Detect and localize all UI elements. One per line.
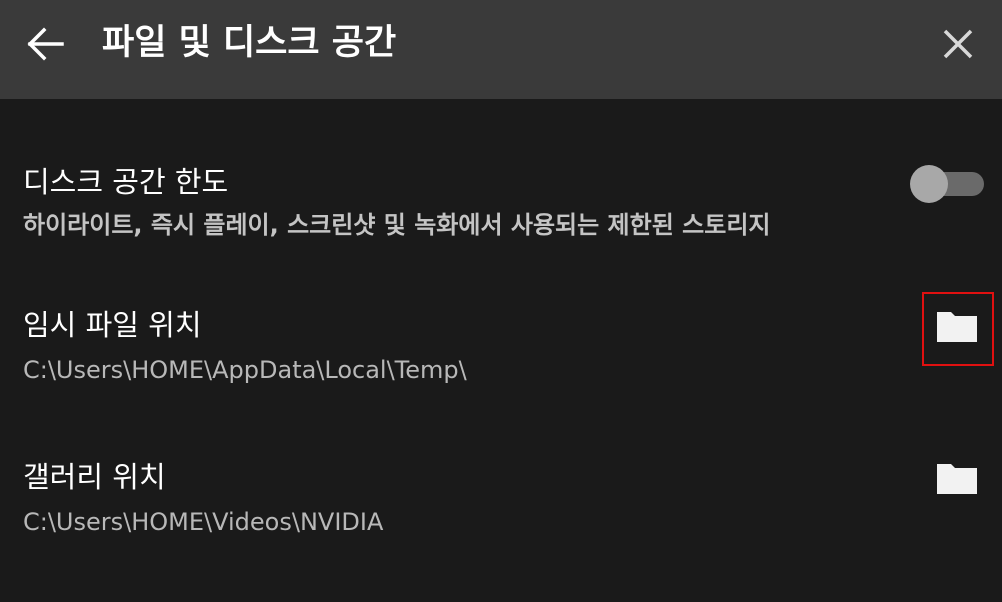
gallery-location-path: C:\Users\HOME\Videos\NVIDIA [23, 508, 384, 536]
temp-location-path: C:\Users\HOME\AppData\Local\Temp\ [23, 356, 467, 384]
temp-location-title: 임시 파일 위치 [23, 308, 202, 342]
page-title: 파일 및 디스크 공간 [102, 23, 397, 63]
disk-limit-title: 디스크 공간 한도 [23, 165, 229, 199]
disk-limit-description: 하이라이트, 즉시 플레이, 스크린샷 및 녹화에서 사용되는 제한된 스토리지 [23, 211, 771, 239]
folder-icon [937, 464, 977, 494]
close-icon [943, 29, 973, 59]
toggle-knob [910, 165, 948, 203]
back-button[interactable] [22, 22, 72, 66]
gallery-location-title: 갤러리 위치 [23, 460, 166, 494]
disk-limit-toggle[interactable] [908, 164, 984, 204]
gallery-folder-button[interactable] [922, 446, 994, 520]
temp-folder-button[interactable] [922, 292, 994, 366]
close-button[interactable] [936, 22, 980, 66]
arrow-left-icon [27, 27, 64, 61]
folder-icon [937, 312, 977, 342]
header-bar: 파일 및 디스크 공간 [0, 0, 1002, 99]
